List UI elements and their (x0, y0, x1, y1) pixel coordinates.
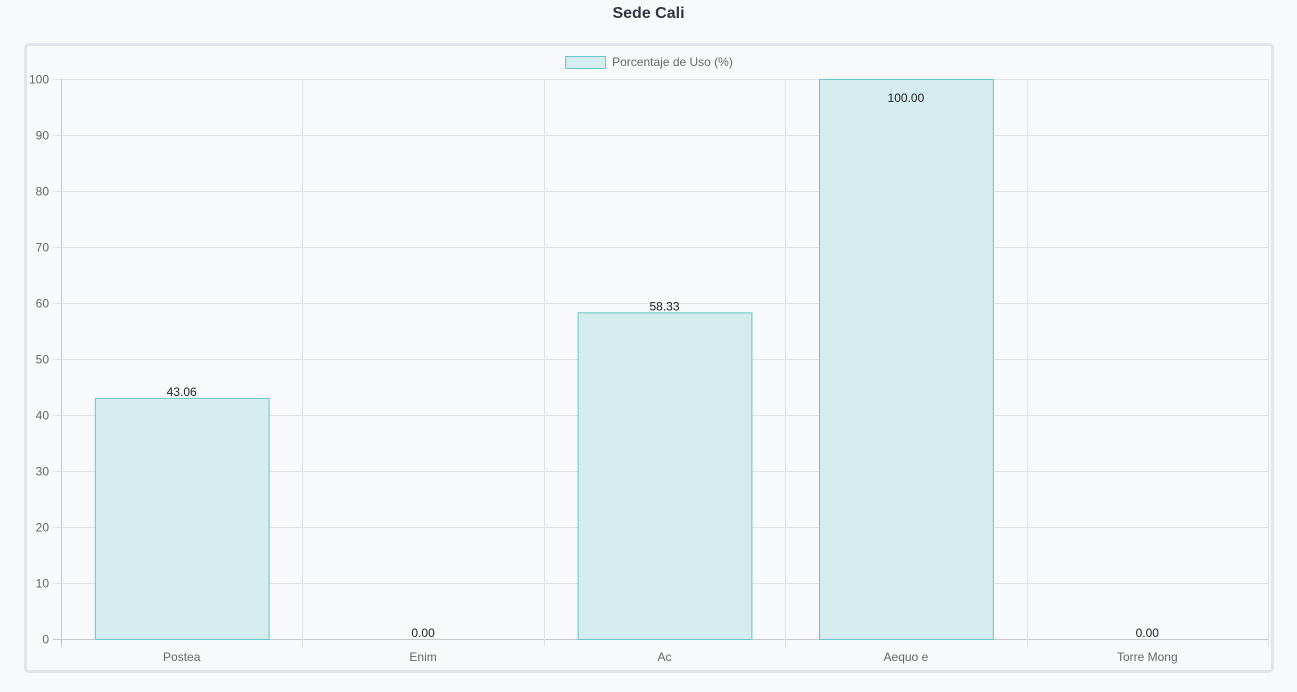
bar (577, 312, 753, 640)
y-tick-label: 20 (36, 521, 50, 535)
x-tick-label: Ac (657, 650, 671, 664)
y-tick-label: 80 (36, 185, 50, 199)
data-label: 0.00 (1136, 626, 1160, 640)
y-tick-label: 60 (36, 297, 50, 311)
y-tick-label: 30 (36, 465, 50, 479)
y-tick-label: 0 (42, 633, 49, 647)
bar (818, 79, 994, 640)
x-tick-label: Torre Mong (1117, 650, 1178, 664)
legend-swatch (565, 56, 607, 69)
y-tick-label: 90 (36, 129, 50, 143)
y-tick-label: 100 (29, 73, 49, 87)
bar-chart: 0 10 20 30 40 50 60 70 80 90 100 Postea Enim Ac Aequo … (29, 55, 1269, 664)
data-label: 100.00 (888, 91, 925, 105)
bar (94, 397, 270, 641)
x-tick-label: Postea (163, 650, 201, 664)
x-tick-label: Aequo e (884, 650, 929, 664)
y-tick-label: 70 (36, 241, 50, 255)
y-tick-label: 40 (36, 409, 50, 423)
y-tick-label: 50 (36, 353, 50, 367)
y-tick-label: 10 (36, 577, 50, 591)
data-label: 43.06 (167, 385, 197, 399)
legend-label: Porcentaje de Uso (%) (612, 55, 733, 69)
legend[interactable]: Porcentaje de Uso (%) (565, 55, 733, 69)
data-label: 58.33 (649, 299, 679, 313)
page-title: Sede Cali (612, 5, 685, 22)
x-tick-label: Enim (409, 650, 436, 664)
data-label: 0.00 (411, 626, 435, 640)
chart-card: 0 10 20 30 40 50 60 70 80 90 100 Postea Enim Ac Aequo … (24, 43, 1274, 673)
